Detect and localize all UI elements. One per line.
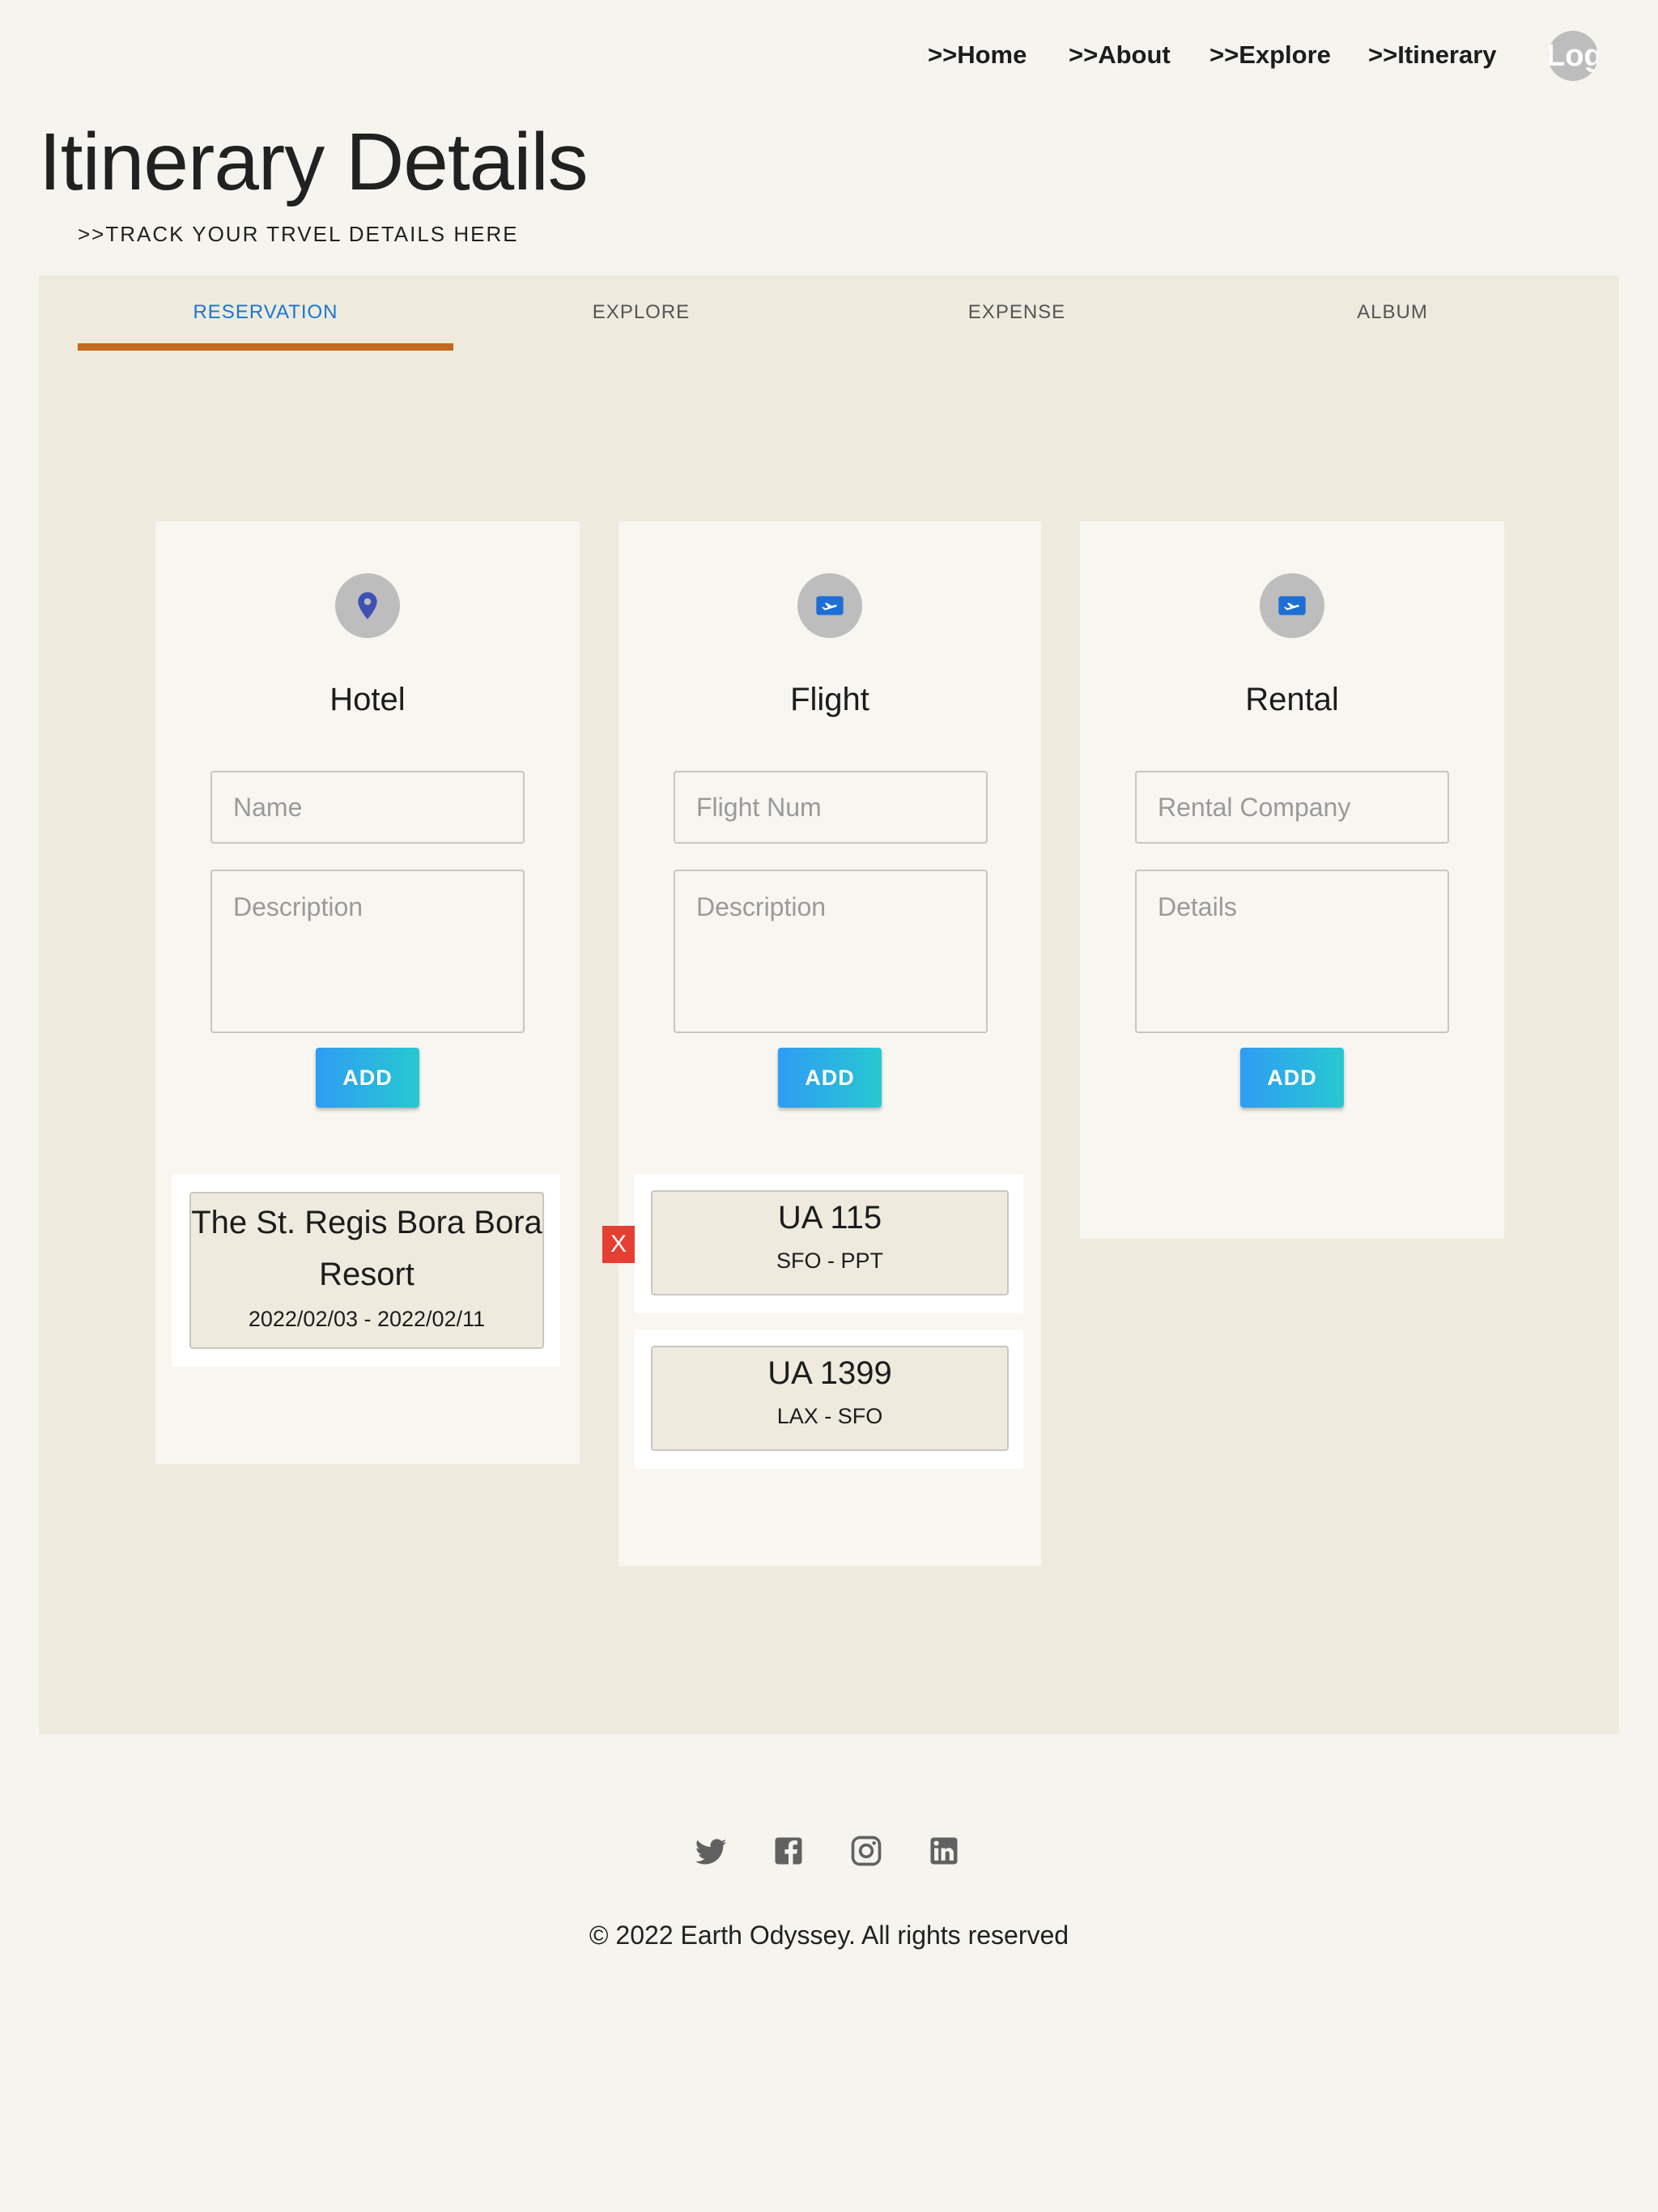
rental-details-input[interactable] (1135, 870, 1449, 1033)
flight-entry: UA 1399 LAX - SFO (635, 1329, 1023, 1469)
flight-number-input[interactable] (674, 771, 988, 844)
rental-company-input[interactable] (1135, 771, 1449, 844)
flight-add-button[interactable]: ADD (778, 1048, 882, 1108)
twitter-icon[interactable] (693, 1833, 729, 1869)
flight-ticket-icon (816, 596, 844, 615)
copyright-text: © 2022 Earth Odyssey. All rights reserve… (589, 1921, 1069, 1950)
rental-card-title: Rental (1245, 682, 1339, 717)
hotel-icon-badge (335, 573, 400, 638)
tab-bar: RESERVATION EXPLORE EXPENSE ALBUM (78, 275, 1580, 353)
hotel-entry-card[interactable]: The St. Regis Bora Bora Resort 2022/02/0… (189, 1192, 544, 1349)
flight-entry-card[interactable]: UA 1399 LAX - SFO (651, 1346, 1009, 1451)
tab-expense[interactable]: EXPENSE (829, 275, 1205, 353)
hotel-card-title: Hotel (329, 682, 406, 717)
flight-entry-card[interactable]: UA 115 SFO - PPT (651, 1190, 1009, 1295)
location-pin-icon (358, 592, 377, 619)
tab-explore[interactable]: EXPLORE (453, 275, 829, 353)
flight-entry-title: UA 1399 (767, 1355, 892, 1391)
linkedin-icon[interactable] (926, 1833, 962, 1869)
hotel-entry-title: The St. Regis Bora Bora Resort (191, 1205, 542, 1292)
flight-icon-badge (797, 573, 862, 638)
instagram-icon[interactable] (848, 1833, 884, 1869)
hotel-card: Hotel ADD The St. Regis Bora Bora Resort… (155, 521, 580, 1464)
nav-link-itinerary[interactable]: >>Itinerary (1368, 40, 1497, 70)
social-links (693, 1833, 968, 1869)
rental-card: Rental ADD (1080, 521, 1504, 1239)
tab-album[interactable]: ALBUM (1205, 275, 1580, 353)
nav-link-home[interactable]: >>Home (928, 40, 1027, 70)
flight-delete-button[interactable]: X (602, 1226, 635, 1263)
hotel-name-input[interactable] (210, 771, 525, 844)
hotel-entry-dates: 2022/02/03 - 2022/02/11 (248, 1307, 486, 1331)
active-tab-indicator (78, 343, 453, 351)
page-subtitle: >>TRACK YOUR TRVEL DETAILS HERE (78, 222, 519, 246)
facebook-icon[interactable] (771, 1833, 806, 1869)
top-nav: >>Home >>About >>Explore >>Itinerary Log (0, 31, 1658, 84)
flight-entry-route: SFO - PPT (776, 1249, 883, 1273)
flight-description-input[interactable] (674, 870, 988, 1033)
flight-entry-title: UA 115 (777, 1200, 882, 1236)
login-label: Log (1548, 39, 1598, 73)
tab-reservation[interactable]: RESERVATION (78, 275, 453, 353)
nav-link-about[interactable]: >>About (1069, 40, 1171, 70)
flight-card-title: Flight (790, 682, 869, 717)
itinerary-panel: RESERVATION EXPLORE EXPENSE ALBUM Hotel … (39, 275, 1619, 1734)
rental-icon-badge (1260, 573, 1324, 638)
hotel-entry: The St. Regis Bora Bora Resort 2022/02/0… (172, 1174, 560, 1367)
hotel-description-input[interactable] (210, 870, 525, 1033)
flight-entry: UA 115 SFO - PPT (635, 1174, 1023, 1313)
flight-card: Flight ADD UA 115 SFO - PPT X UA 1399 LA… (602, 521, 1041, 1566)
login-avatar-button[interactable]: Log (1548, 31, 1598, 81)
rental-add-button[interactable]: ADD (1240, 1048, 1344, 1108)
rental-ticket-icon (1278, 596, 1306, 615)
flight-entry-route: LAX - SFO (776, 1404, 883, 1428)
hotel-add-button[interactable]: ADD (316, 1048, 419, 1108)
nav-link-explore[interactable]: >>Explore (1209, 40, 1331, 70)
page-title: Itinerary Details (39, 117, 589, 207)
